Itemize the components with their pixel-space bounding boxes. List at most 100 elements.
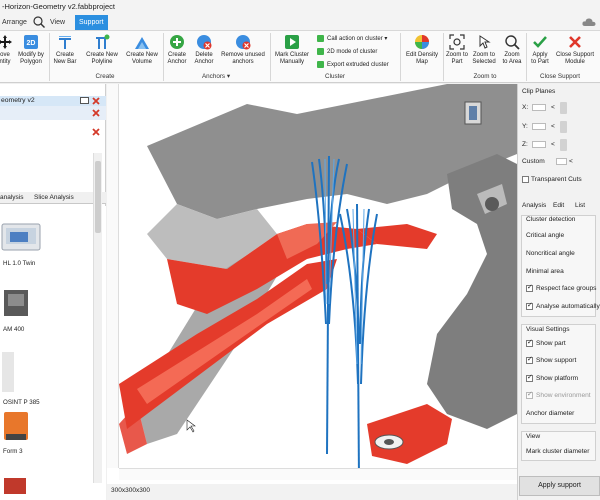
edit-density-map-button[interactable]: Edit Density Map (402, 34, 442, 66)
move-arrows-icon (0, 35, 12, 49)
search-icon[interactable] (32, 15, 46, 29)
clip-x-slider[interactable] (560, 102, 567, 114)
move-entity-label: ove ntity (0, 52, 11, 65)
mark-cluster-diameter-label: Mark cluster diameter (526, 448, 590, 455)
delete-icon[interactable] (92, 97, 100, 105)
mark-cluster-manually-label: Mark Cluster Manually (274, 52, 309, 65)
export-cluster-icon (317, 61, 324, 68)
create-new-polyline-button[interactable]: Create New Polyline (85, 34, 119, 66)
analyse-automatically-label: Analyse automatically (536, 303, 600, 310)
application-window: -Horizon-Geometry v2.fabbproject Arrange… (0, 0, 600, 500)
respect-face-groups-label: Respect face groups (536, 285, 597, 292)
anchor-diameter-label: Anchor diameter (526, 410, 575, 417)
show-platform-checkbox[interactable] (526, 373, 533, 382)
menu-bar: Arrange View Support (0, 13, 600, 31)
zoom-to-selected-button[interactable]: Zoom to Selected (470, 34, 498, 66)
create-new-bar-label: Create New Bar (53, 52, 77, 65)
tab-analysis[interactable]: analysis (0, 194, 23, 201)
printer-thumbnail[interactable] (2, 288, 30, 318)
create-new-bar-button[interactable]: Create New Bar (51, 34, 79, 66)
view-title: View (526, 433, 541, 440)
clip-z-input[interactable] (532, 141, 546, 148)
zoom-to-area-button[interactable]: Zoom to Area (499, 34, 525, 66)
mark-cluster-manually-button[interactable]: Mark Cluster Manually (271, 34, 313, 66)
create-anchor-button[interactable]: Create Anchor (163, 34, 191, 66)
clip-planes-title: Clip Planes (522, 88, 556, 95)
3d-viewport[interactable] (107, 84, 517, 484)
cloud-icon[interactable] (582, 16, 596, 28)
delete-anchor-icon (197, 35, 212, 50)
vertical-ruler (107, 84, 119, 468)
clip-y-input[interactable] (532, 123, 546, 130)
apply-support-button[interactable]: Apply support (519, 476, 600, 496)
printer-thumbnail[interactable] (2, 474, 28, 494)
move-entity-button[interactable]: ove ntity (0, 34, 14, 66)
tab-analysis[interactable]: Analysis (522, 202, 546, 209)
horizontal-ruler (119, 468, 517, 480)
show-platform-label: Show platform (536, 375, 579, 382)
scrollbar-thumb[interactable] (95, 161, 101, 233)
tab-view[interactable]: View (50, 15, 65, 30)
status-bar: 300x300x300 (107, 484, 517, 500)
clip-x-lessthan: < (551, 104, 555, 111)
delete-icon[interactable] (92, 109, 100, 117)
create-new-polyline-label: Create New Polyline (86, 52, 118, 65)
tab-edit[interactable]: Edit (553, 202, 564, 209)
printer-thumbnail[interactable] (2, 410, 30, 442)
part-render[interactable] (107, 84, 517, 484)
create-new-volume-button[interactable]: Create New Volume (125, 34, 159, 66)
show-part-checkbox[interactable] (526, 338, 533, 347)
custom-input[interactable] (556, 158, 567, 165)
show-support-checkbox[interactable] (526, 355, 533, 364)
remove-unused-anchors-button[interactable]: Remove unused anchors (218, 34, 268, 66)
delete-anchor-button[interactable]: Delete Anchor (190, 34, 218, 66)
show-environment-checkbox[interactable] (526, 390, 533, 399)
modify-by-polygon-button[interactable]: 2D Modify by Polygon (16, 34, 46, 66)
custom-lessthan: < (569, 158, 573, 165)
polyline-support-icon (96, 34, 110, 49)
show-support-label: Show support (536, 357, 577, 364)
clip-z-label: Z: (522, 141, 528, 148)
project-tree-item[interactable]: eometry v2 (0, 96, 106, 106)
remove-anchors-icon (236, 35, 251, 50)
clip-z-lessthan: < (551, 141, 555, 148)
apply-to-part-button[interactable]: Apply to Part (527, 34, 553, 66)
call-action-on-cluster-dropdown[interactable]: Call action on cluster ▾ (317, 35, 387, 42)
tab-arrange[interactable]: Arrange (2, 15, 27, 30)
printer-list-scrollbar[interactable] (93, 153, 102, 483)
analysis-tab-bar: analysis Slice Analysis (0, 192, 106, 204)
edit-density-map-label: Edit Density Map (405, 52, 438, 65)
group-label-zoom-to: Zoom to (473, 73, 497, 80)
window-icon[interactable] (80, 97, 89, 104)
zoom-to-area-label: Zoom to Area (502, 52, 522, 65)
window-title: -Horizon-Geometry v2.fabbproject (2, 2, 115, 11)
close-icon (569, 36, 581, 48)
clip-y-slider[interactable] (560, 121, 567, 133)
clip-y-lessthan: < (551, 123, 555, 130)
delete-icon[interactable] (92, 128, 100, 136)
2d-mode-of-cluster-button[interactable]: 2D mode of cluster (317, 48, 377, 55)
right-panel: Clip Planes X: < Y: < Z: < Custom < Tran… (517, 84, 600, 500)
build-volume-readout: 300x300x300 (111, 487, 151, 494)
printer-thumbnail[interactable] (0, 222, 42, 252)
group-label-anchors[interactable]: Anchors ▾ (196, 73, 236, 80)
zoom-to-part-button[interactable]: Zoom to Part (444, 34, 470, 66)
close-support-module-label: Close Support Module (555, 52, 595, 65)
tab-support[interactable]: Support (75, 15, 108, 30)
clip-x-input[interactable] (532, 104, 546, 111)
tab-slice-analysis[interactable]: Slice Analysis (34, 194, 74, 201)
respect-face-groups-checkbox[interactable] (526, 283, 533, 292)
printer-label: AM 400 (3, 326, 25, 333)
project-tree-subitem[interactable] (0, 106, 106, 120)
tab-list[interactable]: List (575, 202, 585, 209)
project-name: eometry v2 (1, 97, 35, 104)
clip-z-slider[interactable] (560, 139, 567, 151)
zoom-to-part-label: Zoom to Part (445, 52, 468, 65)
show-environment-label: Show environment (536, 392, 591, 399)
close-support-module-button[interactable]: Close Support Module (553, 34, 597, 66)
printer-thumbnail[interactable] (2, 352, 14, 392)
transparent-cuts-checkbox[interactable] (522, 176, 529, 183)
export-extruded-cluster-button[interactable]: Export extruded cluster (317, 61, 389, 68)
analyse-automatically-checkbox[interactable] (526, 301, 533, 310)
remove-unused-anchors-label: Remove unused anchors (221, 52, 265, 65)
